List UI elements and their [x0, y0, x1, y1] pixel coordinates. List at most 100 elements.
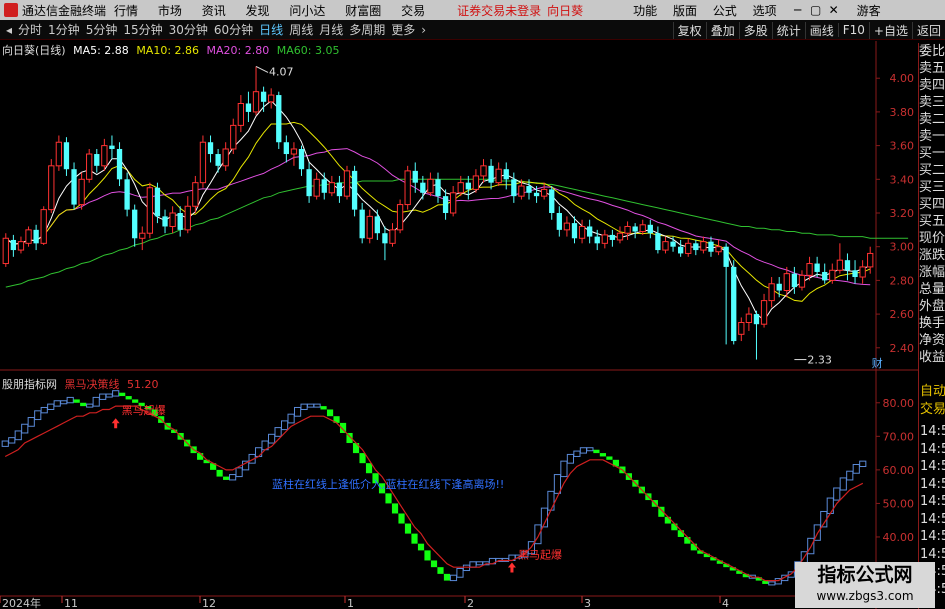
candle-body-up — [25, 229, 32, 244]
candle-body-down — [382, 233, 388, 244]
indicator-box-up — [300, 403, 308, 410]
candle-body-down — [852, 270, 858, 278]
indicator-chart: 黑马起爆黑马起爆蓝柱在红线上逢低介入,蓝柱在红线下逢高离场!! — [1, 390, 867, 586]
candle-body-down — [351, 170, 358, 210]
candle-body-down — [723, 246, 729, 267]
extreme-label: 4.07 — [269, 65, 294, 78]
candle-body-up — [745, 313, 753, 324]
candle-body-down — [655, 233, 661, 251]
candle-body-up — [768, 283, 775, 302]
candle-body-down — [124, 179, 130, 210]
indicator-box-down — [404, 523, 412, 534]
indicator-box-down — [671, 523, 678, 531]
indicator-box-up — [566, 453, 575, 464]
candle-body-up — [17, 241, 25, 251]
orderbook-label: 卖三 — [919, 95, 945, 110]
ma20-label: MA20: 2.80 — [206, 44, 270, 57]
candle-body-down — [162, 216, 168, 227]
indicator-box-down — [599, 453, 606, 457]
candle-body-up — [230, 124, 237, 150]
candle-body-up — [184, 205, 191, 231]
tick-time: 14:56 — [920, 459, 945, 474]
tick-time: 14:56 — [920, 494, 945, 509]
indicator-box-up — [313, 403, 321, 408]
orderbook-label: 卖五 — [919, 61, 945, 76]
orderbook-label: 委比 — [919, 44, 945, 59]
candle-body-up — [639, 224, 646, 233]
indicator-box-up — [852, 464, 860, 474]
indicator-box-down — [606, 456, 613, 460]
candle-body-down — [791, 273, 798, 288]
indicator-tick-label: 80.00 — [883, 397, 915, 410]
candle-body-up — [328, 182, 335, 194]
indicator-box-down — [398, 513, 405, 524]
candle-body-down — [207, 142, 214, 155]
candle-body-up — [616, 232, 624, 241]
candle-body-down — [359, 209, 365, 239]
indicator-box-up — [462, 564, 471, 572]
candle-body-up — [313, 178, 320, 197]
tick-time: 14:56 — [920, 529, 945, 544]
indicator-box-down — [125, 396, 132, 400]
chart-grid — [0, 41, 918, 609]
candle-body-up — [450, 192, 457, 214]
ma5-label: MA5: 2.88 — [73, 44, 129, 57]
candle-body-up — [601, 234, 608, 244]
candle-body-down — [511, 179, 517, 197]
candle-body-down — [533, 192, 540, 197]
candle-body-down — [632, 226, 638, 232]
candle-body-down — [420, 182, 426, 193]
indicator-box-down — [677, 530, 684, 537]
candle-body-up — [662, 241, 669, 251]
indicator-box-down — [80, 402, 87, 407]
x-tick-label: 2 — [467, 597, 474, 609]
indicator-box-up — [456, 568, 464, 578]
candle-body-down — [776, 283, 782, 291]
indicator-name: 黑马决策线 — [64, 378, 120, 391]
candle-body-down — [586, 226, 593, 237]
candle-body-up — [290, 148, 298, 155]
indicator-box-down — [132, 399, 139, 403]
candle-body-up — [685, 242, 692, 254]
chart-area[interactable]: 4.072.33 财 黑马起爆黑马起爆蓝柱在红线上逢低介入,蓝柱在红线下逢高离场!… — [0, 0, 945, 609]
candle-body-down — [571, 223, 578, 239]
indicator-box-up — [475, 561, 484, 566]
price-tick-label: 4.00 — [890, 72, 915, 85]
panel-bottom-label: 自动 — [920, 384, 945, 399]
candle-body-down — [435, 179, 441, 197]
candle-body-down — [276, 95, 282, 143]
candle-body-up — [518, 185, 525, 197]
candle-body-up — [480, 165, 487, 177]
candle-body-up — [366, 215, 373, 239]
candle-body-down — [412, 170, 418, 183]
indicator-tick-label: 60.00 — [883, 464, 915, 477]
indicator-box-down — [365, 463, 373, 474]
candle-body-down — [609, 234, 616, 240]
indicator-box-up — [560, 460, 568, 478]
indicator-box-up — [268, 433, 276, 444]
candle-body-down — [549, 189, 555, 213]
candle-body-down — [647, 224, 653, 234]
orderbook-label: 现价 — [919, 231, 945, 246]
candle-body-up — [798, 274, 806, 288]
indicator-box-up — [846, 470, 854, 481]
x-tick-label: 4 — [722, 597, 729, 609]
candle-body-up — [715, 246, 722, 253]
candle-body-up — [836, 259, 844, 271]
breakout-label: 黑马起爆 — [122, 403, 166, 417]
finance-badge: 财 — [872, 356, 883, 370]
orderbook-label: 买四 — [919, 197, 945, 212]
candle-body-up — [472, 175, 480, 190]
indicator-box-down — [424, 550, 431, 561]
candle-body-down — [442, 196, 449, 213]
indicator-box-down — [684, 536, 691, 544]
indicator-source: 股朋指标网 — [2, 378, 57, 391]
candle-body-up — [192, 182, 199, 207]
candle-body-down — [708, 241, 714, 252]
indicator-box-up — [66, 396, 74, 404]
price-tick-label: 2.60 — [890, 308, 915, 321]
indicator-box-down — [359, 453, 366, 464]
candle-body-down — [822, 271, 828, 281]
candle-body-up — [495, 168, 502, 184]
candle-body-up — [169, 212, 176, 227]
